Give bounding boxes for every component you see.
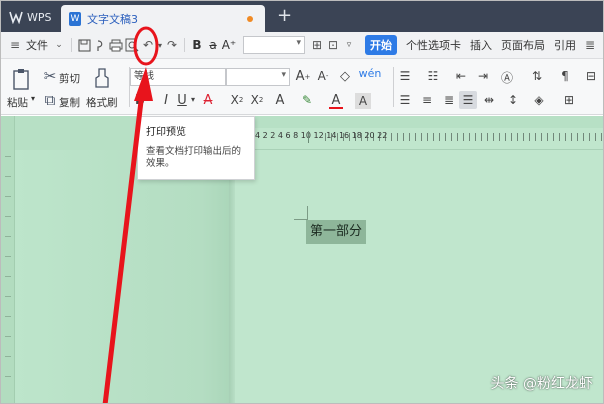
tooltip-description: 查看文档打印输出后的效果。	[146, 146, 242, 169]
align-left-icon[interactable]: ☰	[397, 93, 413, 107]
char-shading-icon[interactable]: A	[355, 93, 371, 109]
print-icon[interactable]	[108, 37, 124, 53]
watermark-text: 头条 @粉红龙虾	[490, 376, 593, 392]
document-tab-label: 文字文稿3	[87, 12, 138, 26]
vertical-ruler	[1, 116, 15, 403]
decrease-indent-icon[interactable]: ⇤	[453, 69, 469, 83]
indent-marker[interactable]	[308, 131, 309, 143]
underline-dropdown-icon[interactable]: ▾	[189, 95, 197, 104]
subscript-icon[interactable]: X2	[249, 93, 265, 107]
font-grow-icon[interactable]: A +	[295, 69, 311, 84]
document-tab[interactable]: W 文字文稿3	[61, 5, 265, 32]
strikethrough-icon[interactable]: a	[205, 37, 221, 53]
numbered-list-icon[interactable]: ☷	[425, 69, 441, 83]
borders-icon[interactable]: ⊞	[561, 93, 577, 107]
tab-home[interactable]: 开始	[365, 35, 397, 55]
eraser-icon[interactable]: ◇	[337, 69, 353, 84]
paste-label[interactable]: 粘贴	[7, 95, 28, 110]
divider	[393, 67, 394, 107]
app-window: WPS W 文字文稿3 + ≡ 文件 ⌄ ↶ ▾ ↷ B a A⁺ ▾ ⊞ ⊡ …	[0, 0, 604, 404]
text-effect-icon[interactable]: A	[273, 93, 287, 108]
superscript-icon[interactable]: X2	[229, 93, 245, 107]
save-icon[interactable]	[76, 37, 92, 53]
export-pdf-icon[interactable]	[92, 37, 108, 53]
cut-label[interactable]: 剪切	[59, 71, 80, 86]
document-workspace: 4 2 2 4 6 8 10 12 14 16 18 20 22	[1, 116, 603, 403]
undo-dropdown-icon[interactable]: ▾	[156, 37, 164, 53]
paste-dropdown-icon[interactable]: ▾	[31, 94, 35, 103]
phonetic-guide-icon[interactable]: wén	[359, 67, 382, 80]
align-center-icon[interactable]: ≡	[419, 93, 435, 107]
tab-custom[interactable]: 个性选项卡	[406, 37, 461, 53]
divider	[184, 38, 185, 52]
underline-icon[interactable]: U	[175, 93, 189, 108]
print-preview-icon[interactable]	[124, 37, 140, 53]
tab-page-layout[interactable]: 页面布局	[501, 37, 545, 53]
print-preview-tooltip: 打印预览 查看文档打印输出后的效果。	[137, 116, 255, 180]
italic-icon[interactable]: I	[159, 93, 173, 108]
app-label: WPS	[27, 10, 52, 24]
unsaved-indicator	[247, 16, 253, 22]
sort-icon[interactable]: ⇅	[529, 69, 545, 83]
format-icon[interactable]: ⊞	[309, 37, 325, 53]
format-painter-label[interactable]: 格式刷	[86, 95, 118, 110]
copy-label[interactable]: 复制	[59, 95, 80, 110]
font-size-select[interactable]	[226, 68, 290, 86]
clear-format-icon[interactable]: ⊡	[325, 37, 341, 53]
file-menu-button[interactable]: ≡ 文件 ⌄	[7, 37, 67, 53]
bold-icon[interactable]: B	[189, 37, 205, 53]
font-color-icon[interactable]: A	[329, 93, 343, 109]
title-bar: WPS W 文字文稿3 +	[1, 1, 603, 32]
tab-insert[interactable]: 插入	[470, 37, 492, 53]
justify-icon[interactable]: ☰	[459, 91, 477, 109]
align-right-icon[interactable]: ≣	[441, 93, 457, 107]
paste-button[interactable]	[7, 65, 35, 93]
strikethrough-button-icon[interactable]: A	[201, 93, 215, 108]
text-direction-icon[interactable]: Ⓐ	[499, 69, 515, 86]
horizontal-ruler[interactable]: 4 2 2 4 6 8 10 12 14 16 18 20 22	[235, 128, 603, 150]
bold-button-icon[interactable]: B	[133, 93, 147, 108]
hamburger-menu-icon: ≡	[9, 38, 21, 52]
font-shrink-icon[interactable]: A-	[315, 69, 331, 83]
wps-home-tab[interactable]: WPS	[5, 6, 57, 28]
more-paragraph-icon[interactable]: ⊟	[583, 69, 599, 83]
ribbon-toolbar: 粘贴 ▾ ✂ 剪切 ⧉ 复制 格式刷 等线 A+ A- ◇ wén B I U …	[1, 59, 603, 115]
font-family-select[interactable]: 等线	[130, 68, 226, 86]
copy-icon: ⧉	[44, 91, 56, 109]
text-boundary-corner	[294, 206, 308, 220]
tooltip-title: 打印预览	[146, 127, 186, 138]
writer-doc-icon: W	[69, 11, 81, 26]
font-size-increase-icon[interactable]: A⁺	[221, 37, 237, 53]
distributed-align-icon[interactable]: ⇹	[481, 93, 497, 107]
menu-row: ≡ 文件 ⌄ ↶ ▾ ↷ B a A⁺ ⊞ ⊡ ▿ 开始 个性选项卡 插入 页面…	[1, 32, 603, 59]
scissors-icon: ✂	[43, 67, 57, 85]
document-page[interactable]	[235, 150, 603, 403]
paste-icon	[13, 69, 29, 90]
increase-indent-icon[interactable]: ⇥	[475, 69, 491, 83]
tab-references[interactable]: 引用	[554, 37, 576, 53]
divider	[71, 38, 72, 52]
more-chevron-icon[interactable]: ▿	[341, 37, 357, 53]
redo-icon[interactable]: ↷	[164, 37, 180, 53]
bullet-list-icon[interactable]: ☰	[397, 69, 413, 83]
file-menu-label: 文件	[26, 39, 48, 52]
style-selector[interactable]	[243, 36, 305, 54]
ruler-ticks	[325, 133, 603, 141]
highlight-icon[interactable]: ✎	[299, 93, 315, 107]
new-tab-button[interactable]: +	[277, 6, 292, 26]
shading-icon[interactable]: ◈	[531, 93, 547, 107]
show-marks-icon[interactable]: ¶	[557, 69, 573, 83]
selected-heading-text[interactable]: 第一部分	[306, 220, 367, 244]
format-painter-icon	[95, 68, 109, 88]
wps-logo-icon	[9, 11, 23, 24]
line-spacing-icon[interactable]: ↕	[505, 93, 521, 107]
page-margin-area	[15, 150, 235, 403]
format-painter-button[interactable]	[91, 65, 113, 91]
chevron-down-icon: ⌄	[55, 40, 63, 50]
more-tabs-icon[interactable]: ≣	[582, 37, 598, 53]
undo-icon[interactable]: ↶	[140, 37, 156, 53]
